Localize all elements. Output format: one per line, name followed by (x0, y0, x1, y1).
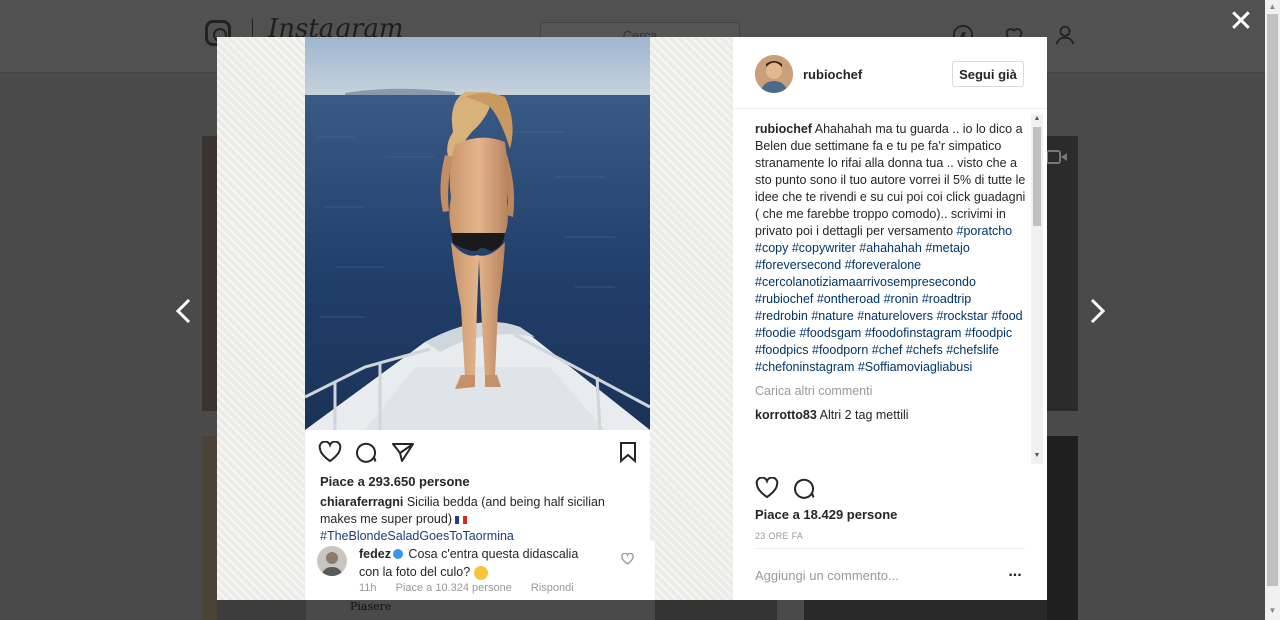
hashtag-link[interactable]: #ronin (884, 292, 919, 306)
scroll-down-arrow-icon[interactable]: ▼ (1033, 452, 1041, 459)
hashtag-link[interactable]: #copy (755, 241, 788, 255)
share-icon (392, 443, 414, 462)
hashtag-link[interactable]: #redrobin (755, 309, 808, 323)
comment-text-block: fedez Cosa c'entra questa didascalia con… (359, 545, 594, 581)
comment-icon[interactable] (793, 477, 815, 499)
comment-username[interactable]: rubiochef (755, 122, 812, 136)
scroll-up-arrow-icon[interactable]: ▲ (1268, 2, 1277, 11)
comment-likes: Piace a 10.324 persone (395, 582, 512, 594)
hashtag-link[interactable]: #poratcho (957, 224, 1013, 238)
comments-scrollbar[interactable]: ▲ ▼ (1031, 114, 1043, 464)
divider (755, 548, 1025, 549)
hashtag-link[interactable]: #foodporn (812, 343, 868, 357)
hashtag-link[interactable]: #naturelovers (857, 309, 933, 323)
list-item: korrotto83 Altri 2 tag mettili (755, 407, 1027, 424)
author-comment: rubiochef Ahahahah ma tu guarda .. io lo… (755, 121, 1027, 376)
background-thumbnail (655, 600, 777, 620)
video-camera-icon (1047, 150, 1067, 164)
heart-icon (621, 553, 634, 565)
comment-time: 11h (359, 582, 377, 594)
italy-flag-icon (455, 515, 468, 524)
more-options-icon[interactable]: ... (1005, 564, 1025, 585)
comment-hashtags: #poratcho #copy #copywriter #ahahahah #m… (755, 224, 1023, 374)
background-thumbnail (1047, 436, 1078, 620)
comment-text: Cosa c'entra questa didascalia con la fo… (359, 547, 579, 579)
background-thumbnail-caption: Piasere (350, 600, 392, 613)
hashtag-link[interactable]: #foreveralone (845, 258, 921, 272)
screenshot-likes-count: Piace a 293.650 persone (320, 474, 470, 489)
bookmark-icon (620, 442, 636, 463)
hashtag-link[interactable]: #rubiochef (755, 292, 813, 306)
hashtag-link[interactable]: #rockstar (936, 309, 987, 323)
verified-badge-icon (392, 548, 403, 559)
comment-username[interactable]: korrotto83 (755, 408, 817, 422)
hashtag-link[interactable]: #copywriter (792, 241, 856, 255)
emoji-icon (473, 565, 488, 580)
avatar (317, 546, 347, 576)
screenshot-action-bar (305, 440, 650, 470)
heart-icon (318, 441, 342, 463)
hashtag-link[interactable]: #chefs (906, 343, 943, 357)
likes-count[interactable]: Piace a 18.429 persone (755, 507, 897, 522)
post-header: rubiochef Segui già (733, 37, 1047, 109)
post-media: Piace a 293.650 persone chiaraferragni S… (217, 37, 733, 600)
caption-username: chiaraferragni (320, 495, 404, 509)
comment-meta: 11h Piace a 10.324 persone Rispondi (359, 582, 590, 594)
post-sidebar: rubiochef Segui già rubiochef Ahahahah m… (733, 37, 1047, 600)
chevron-left-icon[interactable] (173, 296, 195, 326)
follow-button[interactable]: Segui già (952, 61, 1024, 87)
reply-link: Rispondi (530, 582, 574, 594)
comment-icon (356, 442, 377, 463)
hashtag-link[interactable]: #nature (811, 309, 853, 323)
hashtag-link[interactable]: #food (991, 309, 1022, 323)
chevron-right-icon[interactable] (1086, 296, 1108, 326)
hashtag-link[interactable]: #Soffiamoviagliabusi (858, 360, 972, 374)
background-thumbnail (217, 600, 306, 620)
avatar[interactable] (755, 55, 793, 93)
background-thumbnail (1047, 136, 1078, 411)
posted-screenshot: Piace a 293.650 persone chiaraferragni S… (305, 37, 655, 600)
load-more-comments-link[interactable]: Carica altri commenti (755, 383, 1027, 400)
scroll-up-arrow-icon[interactable]: ▲ (1033, 115, 1041, 122)
close-icon[interactable]: ✕ (1227, 7, 1255, 37)
hashtag-link[interactable]: #foodofinstagram (865, 326, 962, 340)
comment-username: fedez (359, 547, 391, 561)
hashtag-link[interactable]: #chefoninstagram (755, 360, 854, 374)
comment-text: Altri 2 tag mettili (816, 408, 909, 422)
boat-photo (305, 37, 650, 430)
post-author-username[interactable]: rubiochef (803, 67, 862, 82)
comment-text: Ahahahah ma tu guarda .. io lo dico a Be… (755, 122, 1026, 238)
background-thumbnail (202, 136, 217, 411)
hashtag-link[interactable]: #roadtrip (922, 292, 971, 306)
scrollbar-thumb[interactable] (1267, 14, 1278, 586)
hashtag-link[interactable]: #metajo (925, 241, 969, 255)
hashtag-link[interactable]: #chefslife (946, 343, 999, 357)
hashtag-link[interactable]: #chef (872, 343, 903, 357)
page-scrollbar[interactable]: ▲ ▼ (1265, 0, 1280, 620)
comments-list[interactable]: rubiochef Ahahahah ma tu guarda .. io lo… (755, 121, 1027, 465)
add-comment-input[interactable] (755, 565, 985, 585)
hashtag-link[interactable]: #foodsgam (800, 326, 862, 340)
like-heart-icon[interactable] (755, 477, 779, 499)
post-modal: Piace a 293.650 persone chiaraferragni S… (217, 37, 1047, 600)
post-timestamp: 23 ORE FA (755, 531, 804, 541)
hashtag-link[interactable]: #foreversecond (755, 258, 841, 272)
hashtag-link[interactable]: #foodpics (755, 343, 809, 357)
hashtag-link[interactable]: #foodie (755, 326, 796, 340)
profile-icon (1055, 25, 1075, 45)
scroll-down-arrow-icon[interactable]: ▼ (1268, 606, 1277, 615)
screenshot-caption: chiaraferragni Sicilia bedda (and being … (320, 494, 645, 545)
hashtag-link[interactable]: #ontheroad (817, 292, 880, 306)
hashtag-link[interactable]: #cercolanotiziamaarrivosempresecondo (755, 275, 976, 289)
scrollbar-thumb[interactable] (1033, 127, 1041, 226)
post-action-bar (755, 477, 1025, 501)
background-thumbnail (804, 600, 1047, 620)
hashtag-link[interactable]: #foodpic (965, 326, 1012, 340)
hashtag-link[interactable]: #ahahahah (859, 241, 922, 255)
screenshot-comment: fedez Cosa c'entra questa didascalia con… (305, 541, 655, 600)
background-thumbnail (202, 436, 217, 620)
